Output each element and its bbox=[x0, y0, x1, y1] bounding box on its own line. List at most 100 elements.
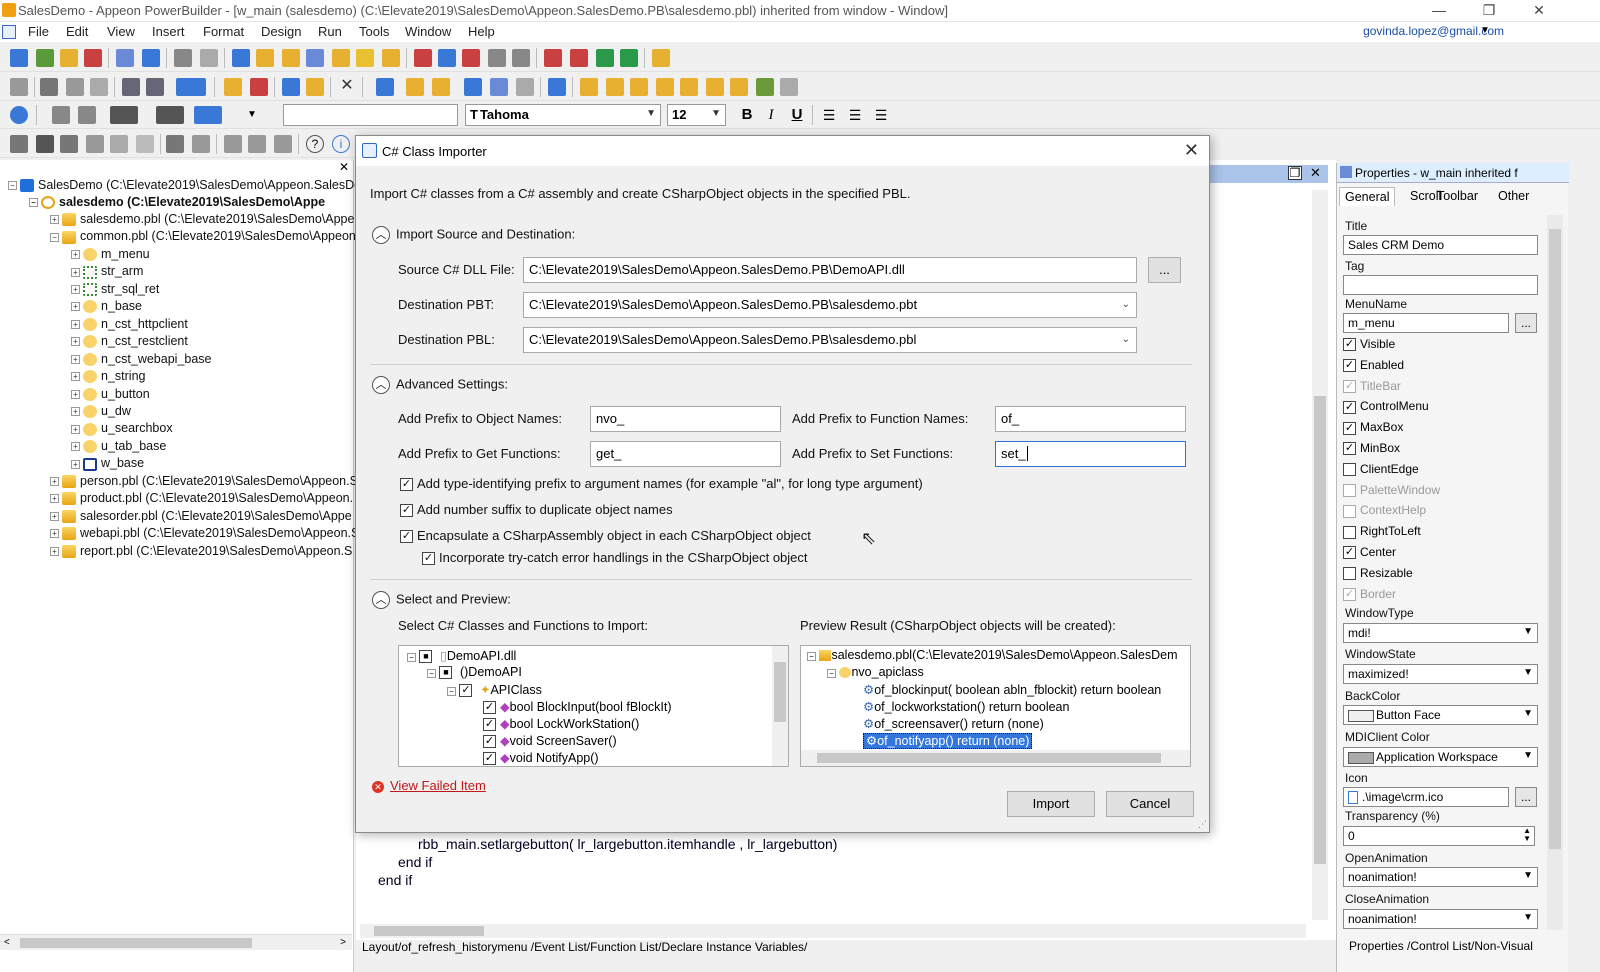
checkbox-checked-icon[interactable]: ✓ bbox=[400, 504, 413, 518]
undo-icon[interactable] bbox=[122, 78, 140, 96]
tree-node-method[interactable]: ✓ ◆void ScreenSaver() bbox=[483, 733, 617, 749]
flash-icon[interactable] bbox=[136, 135, 154, 153]
menu-window[interactable]: Window bbox=[405, 24, 451, 39]
exit-icon[interactable] bbox=[652, 49, 670, 67]
underline-button[interactable]: U bbox=[788, 106, 806, 124]
account-dropdown-icon[interactable]: ▼ bbox=[1480, 25, 1490, 36]
windowstate-select[interactable]: maximized! ▼ bbox=[1343, 664, 1538, 684]
browser-icon[interactable] bbox=[200, 49, 218, 67]
tab-other[interactable]: Other bbox=[1493, 187, 1534, 205]
control-dropdown-icon[interactable] bbox=[176, 78, 206, 96]
property-checkbox[interactable]: ✓ ControlMenu bbox=[1343, 399, 1429, 414]
bug-icon[interactable] bbox=[544, 49, 562, 67]
close-panel-icon[interactable]: ✕ bbox=[339, 160, 349, 174]
editor-horizontal-scrollbar[interactable] bbox=[360, 924, 1306, 938]
expand-icon[interactable]: + bbox=[71, 459, 80, 469]
menu-view[interactable]: View bbox=[107, 24, 135, 39]
checkbox-checked-icon[interactable]: ✓ bbox=[483, 718, 496, 732]
gear-icon[interactable] bbox=[274, 135, 292, 153]
tree-item[interactable]: + u_tab_base bbox=[71, 439, 166, 456]
send-back-icon[interactable] bbox=[78, 106, 96, 124]
checkbox-checked-icon[interactable]: ✓ bbox=[1343, 359, 1356, 373]
menu-file[interactable]: File bbox=[28, 24, 49, 39]
link-icon[interactable] bbox=[10, 106, 28, 124]
transparency-spinner[interactable]: 0 ▲ ▼ bbox=[1343, 826, 1535, 846]
tree-item[interactable]: + report.pbl (C:\Elevate2019\SalesDemo\Ap… bbox=[50, 544, 352, 561]
cancel-button[interactable]: Cancel bbox=[1106, 791, 1194, 817]
editor-vertical-scrollbar[interactable] bbox=[1312, 190, 1328, 920]
checkbox-checked-icon[interactable]: ✓ bbox=[422, 552, 435, 566]
expand-icon[interactable]: + bbox=[50, 511, 59, 521]
expand-icon[interactable]: + bbox=[71, 442, 80, 452]
checkbox-checked-icon[interactable]: ✓ bbox=[483, 701, 496, 715]
tree-item[interactable]: + salesdemo.pbl (C:\Elevate2019\SalesDemo… bbox=[50, 212, 354, 229]
component-icon[interactable] bbox=[630, 78, 648, 96]
resize-grip-icon[interactable]: ⋰ bbox=[1198, 819, 1207, 830]
expand-icon[interactable]: + bbox=[71, 337, 80, 347]
scrollbar-thumb[interactable] bbox=[1314, 396, 1326, 864]
checkbox-unchecked-icon[interactable] bbox=[1343, 463, 1356, 477]
tree-item[interactable]: + u_dw bbox=[71, 404, 131, 421]
edit-source-icon[interactable] bbox=[174, 49, 192, 67]
align-dropdown-icon[interactable] bbox=[110, 106, 138, 124]
run-object-icon[interactable] bbox=[84, 49, 102, 67]
tree-node-class[interactable]: − ✓ ✦APIClass bbox=[447, 682, 542, 698]
bold-button[interactable]: B bbox=[738, 106, 756, 124]
menuname-browse-button[interactable]: ... bbox=[1515, 313, 1537, 333]
browse-dll-button[interactable]: ... bbox=[1148, 257, 1181, 283]
property-checkbox[interactable]: ✓ Center bbox=[1343, 545, 1396, 560]
property-checkbox[interactable]: ✓ MaxBox bbox=[1343, 420, 1403, 435]
new-icon[interactable] bbox=[10, 49, 28, 67]
font-size-combo[interactable]: 12 ▼ bbox=[667, 104, 726, 126]
view-failed-item[interactable]: ✕ View Failed Item bbox=[372, 778, 486, 793]
frame-icon[interactable] bbox=[406, 78, 424, 96]
properties-bottom-tabs[interactable]: Properties /Control List/Non-Visual bbox=[1349, 939, 1533, 953]
close-button[interactable]: ✕ bbox=[1516, 0, 1562, 22]
tree-item[interactable]: − common.pbl (C:\Elevate2019\SalesDemo\Ap… bbox=[50, 229, 359, 246]
expand-icon[interactable]: + bbox=[71, 389, 80, 399]
menu-design[interactable]: Design bbox=[261, 24, 301, 39]
collapse-up-icon[interactable]: ︿ bbox=[372, 226, 390, 244]
expand-icon[interactable]: + bbox=[71, 267, 80, 277]
tree-horizontal-scrollbar[interactable]: < > bbox=[0, 934, 352, 950]
printer-icon[interactable] bbox=[488, 49, 506, 67]
upload-icon[interactable] bbox=[142, 49, 160, 67]
structure-icon[interactable] bbox=[706, 78, 724, 96]
select-tree-scrollbar[interactable] bbox=[772, 646, 788, 766]
scrollbar-thumb[interactable] bbox=[20, 938, 252, 948]
open-icon[interactable] bbox=[60, 49, 78, 67]
property-checkbox[interactable]: RightToLeft bbox=[1343, 524, 1421, 539]
editor-tabs[interactable]: Layout/of_refresh_historymenu /Event Lis… bbox=[362, 940, 807, 954]
icon-browse-button[interactable]: ... bbox=[1515, 787, 1537, 807]
property-checkbox[interactable]: ✓ MinBox bbox=[1343, 441, 1400, 456]
find-icon[interactable] bbox=[306, 78, 324, 96]
closeanim-select[interactable]: noanimation! ▼ bbox=[1343, 909, 1538, 929]
menu-format[interactable]: Format bbox=[203, 24, 244, 39]
checkbox-checked-icon[interactable]: ✓ bbox=[1343, 442, 1356, 456]
query-icon[interactable] bbox=[60, 135, 78, 153]
debug-icon[interactable] bbox=[462, 49, 480, 67]
checkbox-partial-icon[interactable]: ■ bbox=[439, 666, 453, 680]
menu-tools[interactable]: Tools bbox=[359, 24, 389, 39]
import-button[interactable]: Import bbox=[1007, 791, 1095, 817]
deploy-icon[interactable] bbox=[306, 49, 324, 67]
bring-front-icon[interactable] bbox=[52, 106, 70, 124]
italic-button[interactable]: I bbox=[762, 106, 780, 124]
tree-item[interactable]: + u_searchbox bbox=[71, 421, 173, 438]
checkbox-checked-icon[interactable]: ✓ bbox=[400, 478, 413, 492]
option-number-suffix[interactable]: ✓ Add number suffix to duplicate object n… bbox=[400, 502, 673, 518]
cut-icon[interactable] bbox=[40, 78, 58, 96]
collapse-icon[interactable]: − bbox=[407, 653, 416, 662]
spinner-arrows-icon[interactable]: ▲ ▼ bbox=[1523, 827, 1531, 843]
checkbox-checked-icon[interactable]: ✓ bbox=[483, 752, 496, 766]
expand-icon[interactable]: + bbox=[50, 546, 59, 556]
run-icon[interactable] bbox=[596, 49, 614, 67]
checkbox-checked-icon[interactable]: ✓ bbox=[1343, 338, 1356, 352]
script-icon[interactable] bbox=[382, 49, 400, 67]
style-combo[interactable] bbox=[283, 104, 458, 126]
section-import-source[interactable]: ︿ Import Source and Destination: bbox=[372, 226, 575, 244]
expand-icon[interactable]: + bbox=[71, 354, 80, 364]
object-prefix-input[interactable]: nvo_ bbox=[590, 406, 781, 432]
select-run-icon[interactable] bbox=[620, 49, 638, 67]
function-prefix-input[interactable]: of_ bbox=[995, 406, 1186, 432]
